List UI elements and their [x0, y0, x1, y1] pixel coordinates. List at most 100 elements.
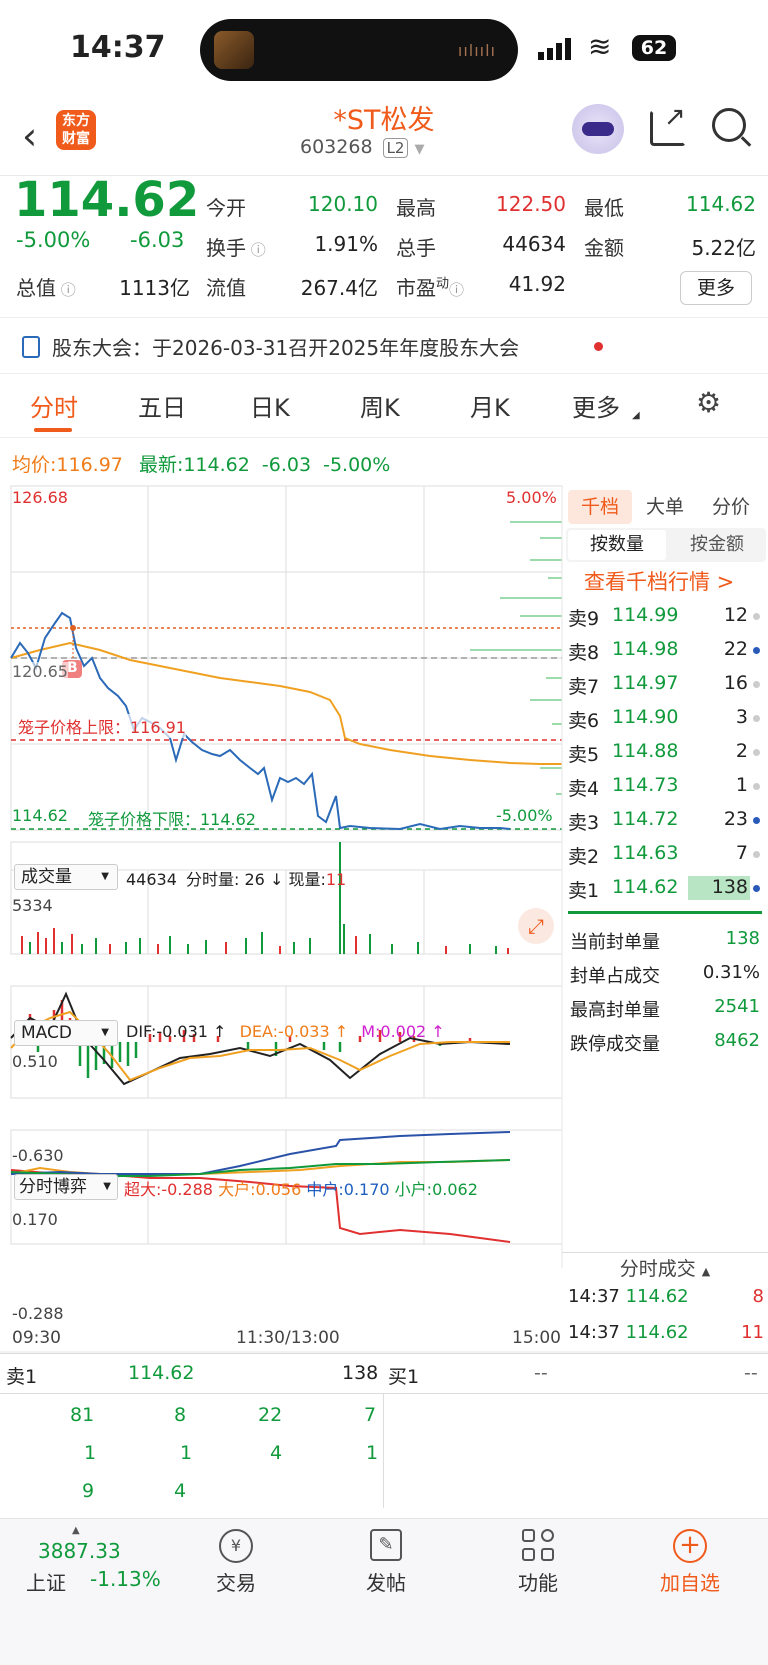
- ask-row-3[interactable]: 卖3 114.72 23: [568, 804, 766, 838]
- open-label: 今开: [206, 196, 246, 220]
- queue-divider: [383, 1394, 384, 1508]
- notice-text: 股东大会：于2026-03-31召开2025年年度股东大会: [52, 336, 520, 360]
- dropdown-icon: ▼: [103, 1181, 111, 1192]
- ask-row-9[interactable]: 卖9 114.99 12: [568, 600, 766, 634]
- nav-add-watchlist[interactable]: + 加自选: [650, 1523, 730, 1603]
- stock-code: 603268: [300, 136, 373, 158]
- tick-row: 14:37 114.62 11: [568, 1322, 764, 1343]
- volume-value: 44634: [502, 232, 566, 256]
- dropdown-icon: ▼: [101, 1027, 109, 1038]
- axis-bottom-price: 114.62: [12, 806, 68, 825]
- volume-info: 44634 分时量: 26 ↓ 现量:11: [126, 866, 346, 890]
- down-arrow-icon: ↓: [269, 870, 284, 889]
- axis-mid-price: 120.65: [12, 662, 68, 681]
- robot-assistant-icon[interactable]: [572, 104, 624, 154]
- ask-row-7[interactable]: 卖7 114.97 16: [568, 668, 766, 702]
- seal-current: 当前封单量 138: [570, 928, 760, 953]
- nav-trade[interactable]: ¥ 交易: [206, 1523, 266, 1603]
- cage-up-label: 笼子价格上限：116.91: [18, 714, 186, 738]
- turnover-label[interactable]: 换手 ⓘ: [206, 232, 266, 261]
- status-time: 14:37: [70, 30, 166, 65]
- game-selector[interactable]: 分时博弈 ▼: [14, 1174, 118, 1200]
- app-thumbnail-icon: [214, 31, 254, 69]
- ticks-title: 分时成交: [619, 1258, 696, 1280]
- ask-label: 卖3: [568, 812, 600, 834]
- more-button[interactable]: 更多: [680, 271, 752, 305]
- back-icon[interactable]: ‹: [22, 114, 37, 158]
- high-value: 122.50: [496, 192, 566, 216]
- chart-tabs: 分时 五日 日K 周K 月K 更多 ◢ ⚙: [0, 374, 768, 438]
- low-value: 114.62: [686, 192, 756, 216]
- ask-volume: 16: [723, 672, 748, 694]
- ask-price: 114.88: [612, 740, 679, 762]
- volume-bars: [21, 842, 509, 954]
- amount-value: 5.22亿: [691, 236, 756, 260]
- tab-dadan[interactable]: 大单: [646, 490, 684, 524]
- seal-ratio: 封单占成交 0.31%: [570, 962, 760, 987]
- notice-bar[interactable]: 股东大会：于2026-03-31召开2025年年度股东大会: [0, 318, 768, 374]
- queue-cell: 4: [174, 1480, 187, 1502]
- ticks-title-row[interactable]: 分时成交 ▲: [562, 1252, 768, 1284]
- volume-max: 5334: [12, 896, 53, 915]
- gear-icon[interactable]: ⚙: [696, 386, 721, 419]
- ask-label: 卖1: [568, 880, 600, 902]
- tab-fenjia[interactable]: 分价: [712, 490, 750, 524]
- chart-area: 均价:116.97 最新:114.62 -6.03 -5.00% 126.68 …: [0, 438, 768, 1353]
- ask-price: 114.73: [612, 774, 679, 796]
- dot-icon: [753, 681, 760, 688]
- stock-code-row[interactable]: 603268 L2 ▼: [300, 136, 425, 158]
- volume-label: 总手: [396, 236, 436, 260]
- volume-total: 44634: [126, 870, 177, 889]
- ask-row-6[interactable]: 卖6 114.90 3: [568, 702, 766, 736]
- ask-row-2[interactable]: 卖2 114.63 7: [568, 838, 766, 872]
- ask-row-1[interactable]: 卖1 114.62 138: [568, 872, 766, 906]
- subtab-amount[interactable]: 按金额: [670, 530, 764, 560]
- macd-dea: DEA:-0.033 ↑: [239, 1022, 349, 1041]
- chevron-down-icon: ▼: [414, 142, 425, 157]
- dot-icon: [753, 817, 760, 824]
- nav-post[interactable]: ✎ 发帖: [356, 1523, 416, 1603]
- mid-line: [10, 1131, 511, 1175]
- level-badge: L2: [382, 138, 409, 158]
- ask-row-5[interactable]: 卖5 114.88 2: [568, 736, 766, 770]
- tab-5day[interactable]: 五日: [138, 388, 186, 423]
- change-pct: -5.00%: [16, 228, 91, 252]
- red-dot-icon: [594, 342, 603, 351]
- nav-function[interactable]: 功能: [508, 1523, 568, 1603]
- ask-row-8[interactable]: 卖8 114.98 22: [568, 634, 766, 668]
- ask-volume: 23: [723, 808, 748, 830]
- volume-selector[interactable]: 成交量 ▼: [14, 864, 118, 890]
- audio-wave-icon: ıılıılı: [457, 41, 496, 60]
- low-label: 最低: [584, 196, 624, 220]
- ask-price: 114.63: [612, 842, 679, 864]
- pe-label[interactable]: 市盈动ⓘ: [396, 272, 464, 301]
- mktcap-label[interactable]: 总值 ⓘ: [16, 272, 76, 301]
- app-logo[interactable]: 东方 财富: [56, 110, 96, 150]
- ask-row-4[interactable]: 卖4 114.73 1: [568, 770, 766, 804]
- high-point-marker: [70, 625, 76, 631]
- expand-icon[interactable]: ⤢: [518, 908, 554, 944]
- tab-intraday[interactable]: 分时: [30, 388, 78, 423]
- wifi-icon: ≋: [588, 30, 612, 63]
- battery-icon: 62: [632, 35, 676, 61]
- ask-price: 114.90: [612, 706, 679, 728]
- index-widget[interactable]: ▲ 3887.33 上证 -1.13%: [20, 1525, 170, 1601]
- tab-weekly[interactable]: 周K: [360, 388, 400, 423]
- current-price: 114.62: [14, 172, 200, 228]
- buy1-volume: --: [744, 1362, 758, 1384]
- tab-qiandang[interactable]: 千档: [568, 490, 632, 524]
- stock-header: ‹ 东方 财富 *ST松发 603268 L2 ▼ ↗: [0, 100, 768, 176]
- index-pct: -1.13%: [90, 1567, 161, 1591]
- subtab-quantity[interactable]: 按数量: [568, 530, 666, 560]
- tab-monthly[interactable]: 月K: [470, 388, 510, 423]
- tab-daily[interactable]: 日K: [250, 388, 290, 423]
- turnover-value: 1.91%: [314, 232, 378, 256]
- ask-price: 114.72: [612, 808, 679, 830]
- macd-selector[interactable]: MACD ▼: [14, 1020, 118, 1046]
- queue-cell: 8: [174, 1404, 187, 1426]
- caret-up-icon: ▲: [72, 1525, 80, 1536]
- more-triangle-icon: ◢: [632, 410, 640, 421]
- view-qiandang-link[interactable]: 查看千档行情 >: [584, 566, 734, 596]
- document-icon: [22, 336, 40, 358]
- tab-more[interactable]: 更多: [572, 388, 620, 423]
